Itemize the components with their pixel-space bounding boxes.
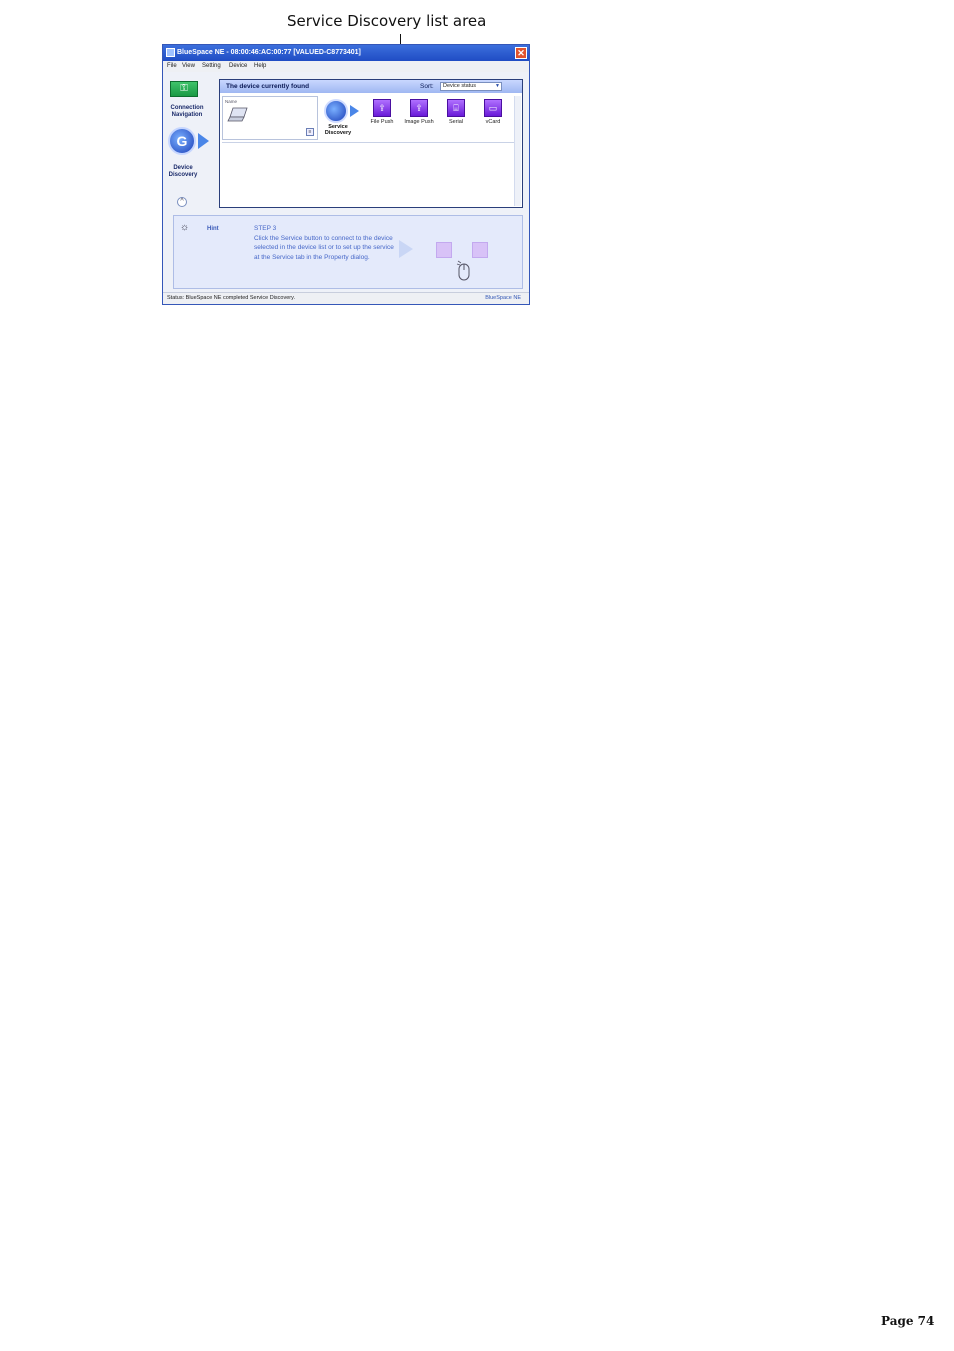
- callout-label: Service Discovery list area: [287, 12, 487, 30]
- service-file-push[interactable]: ⇪ File Push: [364, 99, 400, 125]
- close-button[interactable]: ✕: [515, 47, 527, 59]
- vcard-icon: ▭: [484, 99, 502, 117]
- service-serial[interactable]: ⌸ Serial: [438, 99, 474, 125]
- sort-value: Device status: [443, 83, 477, 89]
- menu-bar: File View Setting Device Help: [163, 61, 529, 72]
- device-discovery-button[interactable]: G: [168, 127, 196, 155]
- hint-label: Hint: [207, 226, 219, 232]
- collapse-button[interactable]: ^: [177, 197, 187, 207]
- service-label: vCard: [485, 119, 501, 125]
- page-number: Page 74: [881, 1314, 935, 1328]
- title-bar[interactable]: BlueSpace NE - 08:00:46:AC:00:77 [VALUED…: [163, 45, 529, 61]
- bluetooth-app-icon: [166, 48, 175, 57]
- arrow-right-icon: [350, 105, 359, 117]
- chevron-up-icon: ^: [180, 198, 184, 205]
- arrow-right-icon: [399, 240, 413, 258]
- sort-label: Sort:: [420, 83, 434, 90]
- file-push-icon: ⇪: [373, 99, 391, 117]
- service-label: Image Push: [404, 119, 434, 125]
- connection-icon: ⚿: [180, 83, 188, 94]
- bluespace-window: BlueSpace NE - 08:00:46:AC:00:77 [VALUED…: [162, 44, 530, 305]
- window-title: BlueSpace NE - 08:00:46:AC:00:77 [VALUED…: [177, 49, 361, 56]
- image-push-icon: ⇪: [410, 99, 428, 117]
- discovery-icon: G: [176, 133, 188, 149]
- connection-navigation-label: Connection Navigation: [170, 105, 204, 118]
- scrollbar[interactable]: [514, 96, 521, 206]
- service-discovery-list-area[interactable]: [222, 144, 514, 204]
- file-push-icon: [436, 242, 452, 258]
- lightbulb-icon: ☼: [180, 222, 190, 233]
- device-list[interactable]: Name ≡: [222, 96, 318, 140]
- hint-step: STEP 3: [254, 225, 277, 232]
- hint-panel: ☼ Hint STEP 3 Click the Service button t…: [173, 215, 523, 289]
- service-image-push[interactable]: ⇪ Image Push: [401, 99, 437, 125]
- laptop-icon: [227, 107, 248, 122]
- status-text: Status: BlueSpace NE completed Service D…: [167, 295, 295, 301]
- menu-device[interactable]: Device: [229, 63, 247, 69]
- menu-file[interactable]: File: [167, 63, 177, 69]
- device-discovery-label: Device Discovery: [168, 165, 198, 178]
- chevron-down-icon: ▼: [495, 83, 500, 89]
- panel-header: The device currently found Sort: Device …: [220, 80, 522, 93]
- arrow-right-icon: [198, 133, 209, 149]
- service-vcard[interactable]: ▭ vCard: [475, 99, 511, 125]
- serial-icon: [472, 242, 488, 258]
- service-discovery-button[interactable]: [324, 99, 348, 123]
- hint-text: STEP 3 Click the Service button to conne…: [254, 224, 394, 262]
- mouse-icon: [456, 260, 470, 281]
- connection-navigation-button[interactable]: ⚿: [170, 81, 198, 97]
- device-name: Name: [225, 99, 238, 104]
- sort-select[interactable]: Device status ▼: [440, 82, 502, 91]
- device-panel: The device currently found Sort: Device …: [219, 79, 523, 208]
- service-label: File Push: [370, 119, 394, 125]
- properties-button[interactable]: ≡: [306, 128, 314, 136]
- status-brand: BlueSpace NE: [485, 295, 521, 301]
- menu-setting[interactable]: Setting: [202, 63, 221, 69]
- hint-body: Click the Service button to connect to t…: [254, 234, 394, 261]
- service-discovery-label: Service Discovery: [324, 124, 352, 136]
- serial-icon: ⌸: [447, 99, 465, 117]
- service-label: Serial: [448, 119, 464, 125]
- menu-help[interactable]: Help: [254, 63, 266, 69]
- divider: [222, 142, 514, 143]
- menu-view[interactable]: View: [182, 63, 195, 69]
- panel-title: The device currently found: [226, 83, 310, 90]
- status-bar: Status: BlueSpace NE completed Service D…: [163, 292, 529, 304]
